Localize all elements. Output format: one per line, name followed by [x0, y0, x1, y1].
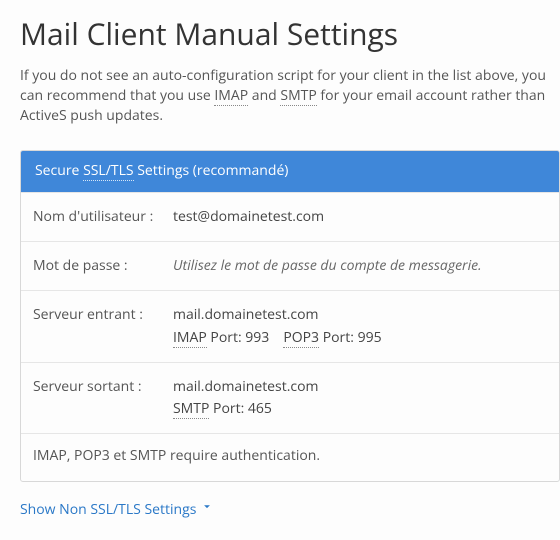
incoming-value: mail.domainetest.com IMAP Port: 993 POP3 …: [173, 305, 547, 348]
toggle-label: Show Non SSL/TLS Settings: [20, 500, 196, 520]
panel-header-post: Settings (recommandé): [134, 161, 289, 180]
smtp-port-abbr: SMTP: [173, 399, 209, 419]
panel-header: Secure SSL/TLS Settings (recommandé): [21, 151, 559, 191]
incoming-server: mail.domainetest.com: [173, 305, 547, 325]
panel-header-pre: Secure: [35, 161, 83, 180]
password-label: Mot de passe :: [33, 256, 173, 276]
chevron-down-icon: [200, 500, 214, 520]
imap-abbr: IMAP: [214, 86, 248, 106]
imap-port-label: Port:: [207, 328, 246, 347]
smtp-port-value: 465: [248, 399, 272, 418]
show-non-ssl-toggle[interactable]: Show Non SSL/TLS Settings: [20, 500, 214, 520]
outgoing-ports: SMTP Port: 465: [173, 399, 547, 419]
secure-settings-panel: Secure SSL/TLS Settings (recommandé) Nom…: [20, 150, 560, 481]
outgoing-value: mail.domainetest.com SMTP Port: 465: [173, 377, 547, 420]
outgoing-server: mail.domainetest.com: [173, 377, 547, 397]
outgoing-label: Serveur sortant :: [33, 377, 173, 397]
pop3-port-abbr: POP3: [283, 328, 319, 348]
username-label: Nom d'utilisateur :: [33, 207, 173, 227]
username-value: test@domainetest.com: [173, 207, 547, 227]
imap-port-value: 993: [245, 328, 269, 347]
incoming-label: Serveur entrant :: [33, 305, 173, 325]
auth-note: IMAP, POP3 et SMTP require authenticatio…: [21, 433, 559, 480]
smtp-abbr: SMTP: [280, 86, 316, 106]
smtp-port-label: Port:: [209, 399, 248, 418]
intro-text: If you do not see an auto-configuration …: [20, 66, 560, 127]
row-incoming: Serveur entrant : mail.domainetest.com I…: [21, 290, 559, 362]
password-value: Utilisez le mot de passe du compte de me…: [173, 256, 482, 275]
pop3-port-label: Port:: [319, 328, 358, 347]
ssltls-abbr: SSL/TLS: [83, 161, 134, 181]
page-title: Mail Client Manual Settings: [20, 12, 560, 56]
row-password: Mot de passe : Utilisez le mot de passe …: [21, 241, 559, 290]
pop3-port-value: 995: [358, 328, 382, 347]
intro-mid: and: [248, 86, 280, 105]
row-outgoing: Serveur sortant : mail.domainetest.com S…: [21, 362, 559, 434]
incoming-ports: IMAP Port: 993 POP3 Port: 995: [173, 328, 547, 348]
imap-port-abbr: IMAP: [173, 328, 207, 348]
row-username: Nom d'utilisateur : test@domainetest.com: [21, 192, 559, 241]
